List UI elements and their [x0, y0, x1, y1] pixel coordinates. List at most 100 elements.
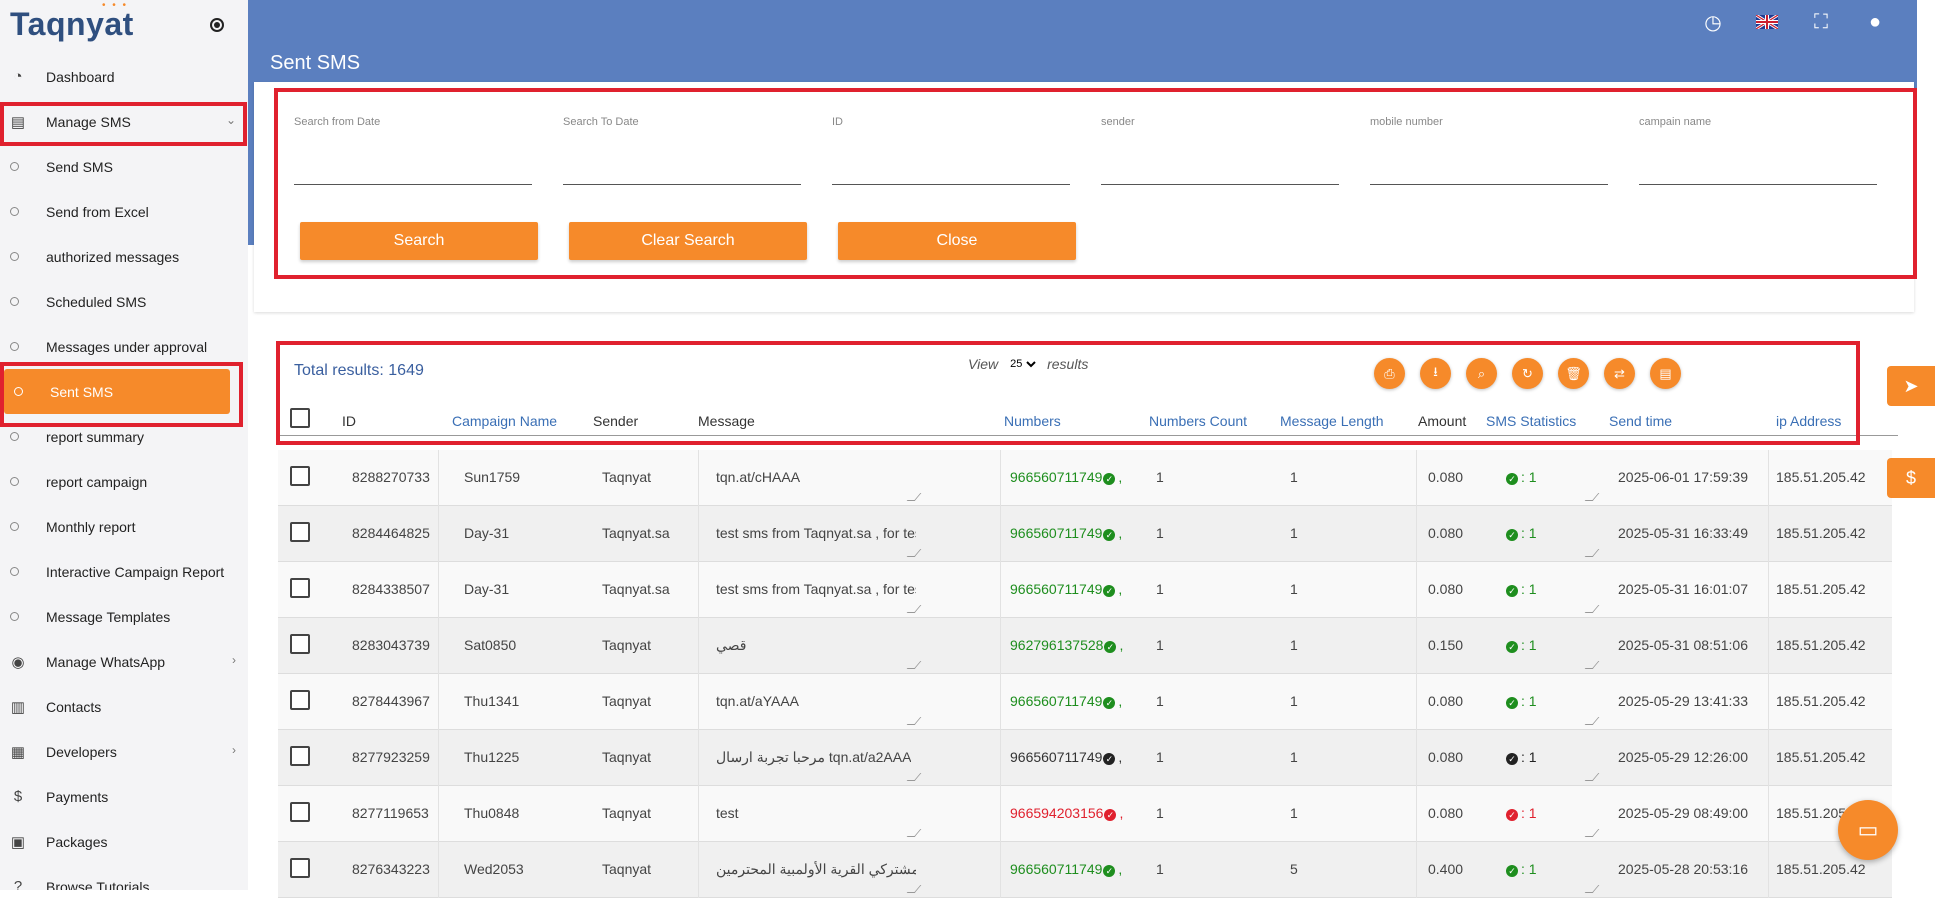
cell-amount: 0.080 — [1428, 581, 1464, 597]
table-row[interactable]: 8277119653 Thu0848 Taqnyat test 966594203156… — [278, 786, 1892, 842]
sidebar-item-report-campaign[interactable]: report campaign — [0, 459, 248, 504]
column-campaign-name[interactable]: Campaign Name — [452, 413, 557, 429]
cell-ip: 185.51.205.42 — [1776, 469, 1866, 485]
table-row[interactable]: 8284464825 Day-31 Taqnyat.sa test sms from … — [278, 506, 1892, 562]
column-numbers-count[interactable]: Numbers Count — [1149, 413, 1247, 429]
close-button[interactable]: Close — [838, 222, 1076, 260]
row-checkbox[interactable] — [290, 690, 310, 710]
row-checkbox[interactable] — [290, 858, 310, 878]
sidebar-item-scheduled-sms[interactable]: Scheduled SMS — [0, 279, 248, 324]
column-id[interactable]: ID — [342, 413, 356, 429]
resize-handle-icon — [906, 829, 922, 837]
sidebar-item-label: Interactive Campaign Report — [46, 563, 225, 580]
bullet-icon — [10, 342, 19, 351]
sidebar-item-browse-tutorials[interactable]: ? Browse Tutorials — [0, 864, 248, 890]
cell-message: test sms from Taqnyat.sa , for testing — [716, 525, 916, 541]
row-checkbox[interactable] — [290, 522, 310, 542]
sidebar-item-label: Browse Tutorials — [46, 878, 150, 891]
table-row[interactable]: 8277923259 Thu1225 Taqnyat مرحبا تجربة ارسا… — [278, 730, 1892, 786]
logo[interactable]: Taqnyat • • • — [0, 0, 248, 48]
row-checkbox[interactable] — [290, 746, 310, 766]
campaign-name-field[interactable]: campain name — [1639, 116, 1877, 185]
column-divider — [438, 618, 439, 674]
row-checkbox[interactable] — [290, 466, 310, 486]
delete-icon[interactable]: 🗑 — [1558, 358, 1589, 389]
cell-stats-value: : 1 — [1521, 469, 1537, 485]
search-from-date-field[interactable]: Search from Date — [294, 116, 532, 185]
sender-field[interactable]: sender — [1101, 116, 1339, 185]
cell-amount: 0.150 — [1428, 637, 1464, 653]
field-underline — [832, 184, 1070, 185]
export-file-icon[interactable]: ▤ — [1650, 358, 1681, 389]
page-size-select[interactable]: 25 — [1006, 357, 1040, 371]
sidebar-item-payments[interactable]: $ Payments — [0, 774, 248, 819]
column-numbers[interactable]: Numbers — [1004, 413, 1061, 429]
sidebar-item-manage-sms[interactable]: ▤ Manage SMS ⌄ — [0, 99, 248, 144]
sidebar-item-packages[interactable]: ▣ Packages — [0, 819, 248, 864]
cell-stats-value: : 1 — [1521, 749, 1537, 765]
column-message[interactable]: Message — [698, 413, 755, 429]
download-icon[interactable]: ⭳ — [1420, 358, 1451, 389]
table-row[interactable]: 8278443967 Thu1341 Taqnyat tqn.at/aYAAA 9665… — [278, 674, 1892, 730]
cell-stats-value: : 1 — [1521, 581, 1537, 597]
cell-sender: Taqnyat — [602, 861, 652, 877]
sidebar-item-contacts[interactable]: ▥ Contacts — [0, 684, 248, 729]
select-all-checkbox[interactable] — [290, 408, 310, 428]
language-flag-icon[interactable] — [1755, 10, 1779, 34]
sidebar-item-messages-under-approval[interactable]: Messages under approval — [0, 324, 248, 369]
sidebar-item-developers[interactable]: ▦ Developers › — [0, 729, 248, 774]
clear-search-button[interactable]: Clear Search — [569, 222, 807, 260]
table-header: ID Campaign Name Sender Message Numbers … — [278, 406, 1898, 436]
column-message-length[interactable]: Message Length — [1280, 413, 1384, 429]
sidebar-item-label: Sent SMS — [50, 383, 114, 400]
search-to-date-field[interactable]: Search To Date — [563, 116, 801, 185]
search-button[interactable]: Search — [300, 222, 538, 260]
fullscreen-icon[interactable]: ⛶ — [1809, 10, 1833, 34]
column-send-time[interactable]: Send time — [1609, 413, 1672, 429]
sidebar-item-monthly-report[interactable]: Monthly report — [0, 504, 248, 549]
row-checkbox[interactable] — [290, 578, 310, 598]
column-divider — [698, 618, 699, 674]
print-icon[interactable]: ⎙ — [1374, 358, 1405, 389]
sidebar-item-authorized-messages[interactable]: authorized messages — [0, 234, 248, 279]
sidebar-item-report-summary[interactable]: report summary — [0, 414, 248, 459]
columns-icon[interactable]: ⇄ — [1604, 358, 1635, 389]
cell-stats-value: : 1 — [1521, 525, 1537, 541]
table-row[interactable]: 8283043739 Sat0850 Taqnyat قصي 962796137528 ✓… — [278, 618, 1892, 674]
column-sender[interactable]: Sender — [593, 413, 638, 429]
clock-icon[interactable]: ◷ — [1701, 10, 1725, 34]
column-ip-address[interactable]: ip Address — [1776, 413, 1841, 429]
chat-icon[interactable]: ▭ — [1838, 800, 1898, 860]
send-icon[interactable]: ➤ — [1887, 366, 1935, 406]
cell-ip: 185.51.205.42 — [1776, 581, 1866, 597]
sidebar-item-dashboard[interactable]: ◔ Dashboard — [0, 54, 248, 99]
refresh-icon[interactable]: ↻ — [1512, 358, 1543, 389]
id-field[interactable]: ID — [832, 116, 1070, 185]
cell-id: 8277119653 — [352, 805, 429, 821]
sidebar-item-send-from-excel[interactable]: Send from Excel — [0, 189, 248, 234]
column-divider — [1416, 730, 1417, 786]
row-checkbox[interactable] — [290, 634, 310, 654]
table-row[interactable]: 8276343223 Wed2053 Taqnyat سادة مشتركي القر… — [278, 842, 1892, 898]
total-results: Total results: 1649 — [294, 362, 424, 380]
row-checkbox[interactable] — [290, 802, 310, 822]
sidebar-item-sent-sms[interactable]: Sent SMS — [4, 369, 230, 414]
sidebar-item-send-sms[interactable]: Send SMS — [0, 144, 248, 189]
cell-numbers-value: 966560711749 — [1010, 469, 1103, 485]
cell-campaign: Day-31 — [464, 581, 510, 597]
field-label: Search from Date — [294, 116, 381, 128]
sidebar-item-message-templates[interactable]: Message Templates — [0, 594, 248, 639]
sidebar-item-manage-whatsapp[interactable]: ◉ Manage WhatsApp › — [0, 639, 248, 684]
column-amount[interactable]: Amount — [1418, 413, 1466, 429]
mobile-number-field[interactable]: mobile number — [1370, 116, 1608, 185]
table-row[interactable]: 8288270733 Sun1759 Taqnyat tqn.at/cHAAA 9665… — [278, 450, 1892, 506]
bullet-icon — [10, 612, 19, 621]
account-icon[interactable]: ● — [1863, 10, 1887, 34]
sidebar-item-interactive-campaign-report[interactable]: Interactive Campaign Report — [0, 549, 248, 594]
column-sms-statistics[interactable]: SMS Statistics — [1486, 413, 1576, 429]
table-row[interactable]: 8284338507 Day-31 Taqnyat.sa test sms from … — [278, 562, 1892, 618]
dollar-icon[interactable]: $ — [1887, 458, 1935, 498]
delivery-status-icon: ✓ — [1104, 641, 1117, 653]
sidebar-toggle[interactable] — [210, 18, 224, 32]
search-icon[interactable]: ⌕ — [1466, 358, 1497, 389]
